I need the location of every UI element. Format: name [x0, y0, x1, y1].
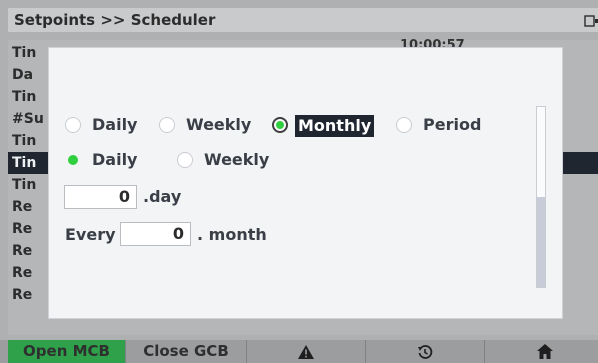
radio-label: Daily — [92, 115, 138, 134]
header-bar: Setpoints >> Scheduler — [8, 8, 598, 32]
radio-label: Weekly — [186, 115, 252, 134]
month-unit-label: . month — [197, 225, 267, 244]
radio-label: Period — [423, 115, 482, 134]
alarm-button[interactable] — [247, 340, 365, 363]
open-mcb-button[interactable]: Open MCB — [8, 340, 125, 363]
scrollbar-thumb[interactable] — [537, 197, 545, 287]
every-label: Every — [65, 225, 116, 244]
radio-circle-icon — [177, 152, 193, 168]
history-button[interactable] — [366, 340, 484, 363]
radio-monthly-weekly[interactable]: Weekly — [177, 150, 287, 172]
radio-circle-icon — [65, 117, 81, 133]
radio-circle-icon — [159, 117, 175, 133]
radio-circle-icon — [396, 117, 412, 133]
radio-checked-icon — [65, 152, 81, 168]
radio-weekly[interactable]: Weekly — [159, 115, 259, 137]
repeat-dialog: Daily Weekly Monthly Period Daily Weekly… — [48, 47, 563, 319]
history-icon — [418, 345, 433, 359]
radio-label: Daily — [92, 150, 138, 169]
radio-checked-icon — [272, 117, 288, 133]
home-icon — [537, 344, 553, 359]
radio-period[interactable]: Period — [396, 115, 496, 137]
radio-monthly[interactable]: Monthly — [272, 115, 382, 137]
window-icon[interactable] — [584, 13, 598, 27]
home-button[interactable] — [485, 340, 598, 363]
day-unit-label: .day — [143, 187, 182, 206]
day-input[interactable]: 0 — [64, 185, 137, 209]
radio-label-selected: Monthly — [295, 115, 375, 137]
radio-monthly-daily[interactable]: Daily — [65, 150, 155, 172]
close-gcb-button[interactable]: Close GCB — [126, 340, 246, 363]
radio-label: Weekly — [204, 150, 270, 169]
bottom-toolbar: Open MCB Close GCB — [0, 340, 598, 363]
radio-daily[interactable]: Daily — [65, 115, 145, 137]
page-title: Setpoints >> Scheduler — [14, 11, 216, 29]
scrollbar[interactable] — [536, 106, 546, 288]
warning-icon — [298, 345, 314, 359]
screen: Setpoints >> Scheduler Tin 10:00:57 Da T… — [0, 0, 598, 363]
month-input[interactable]: 0 — [120, 222, 191, 246]
